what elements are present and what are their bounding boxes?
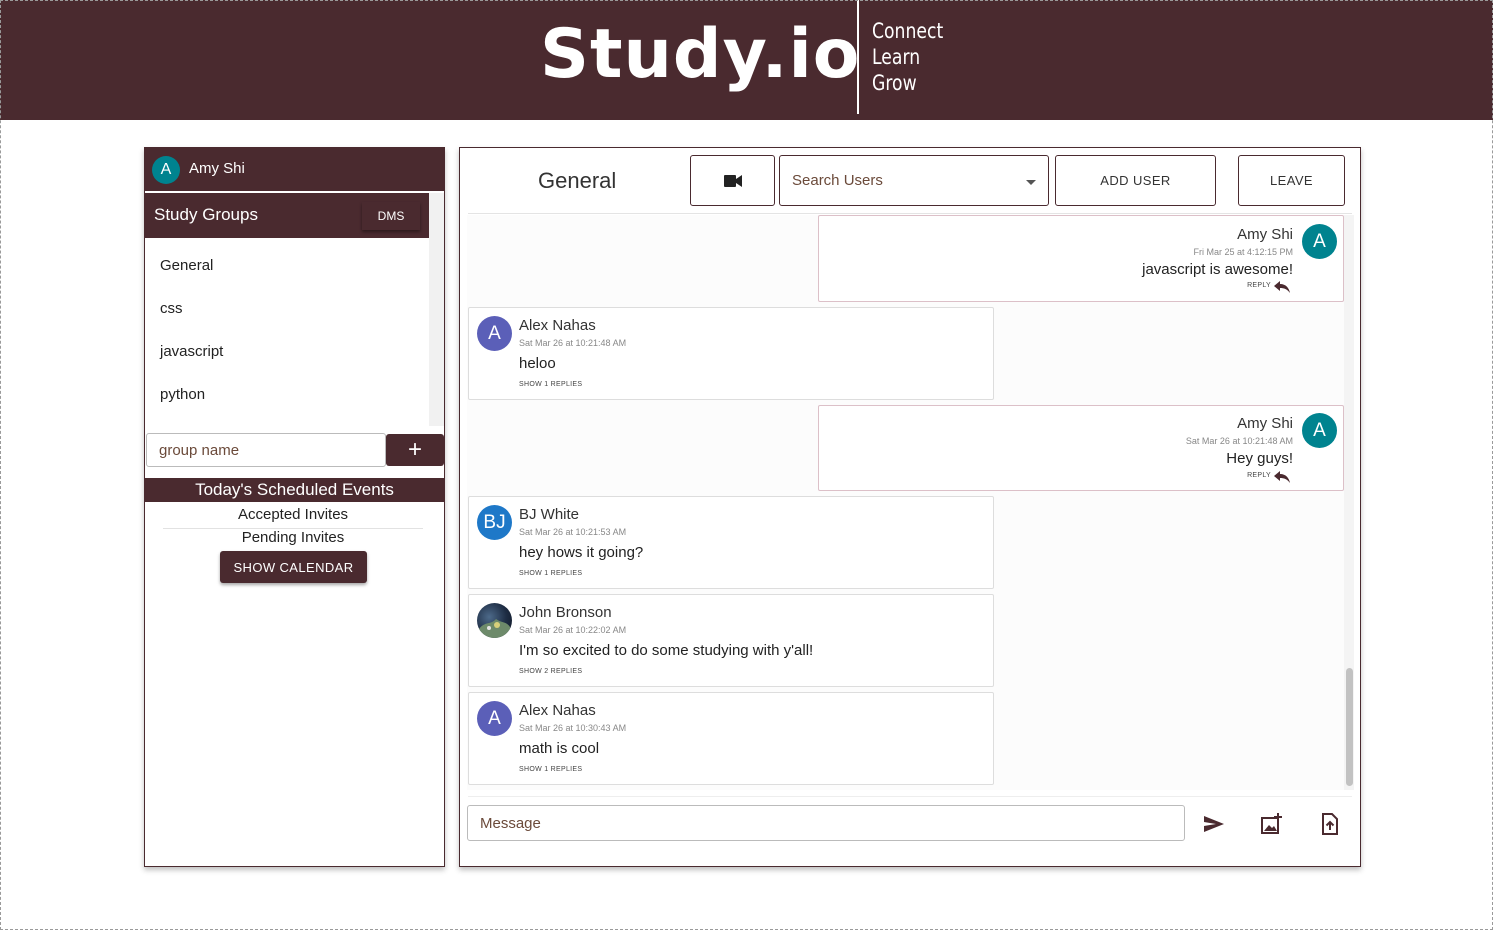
search-users-select[interactable]: Search Users (779, 155, 1049, 206)
message-input[interactable] (467, 805, 1185, 841)
message-text: heloo (519, 355, 556, 372)
message-timestamp: Sat Mar 26 at 10:21:48 AM (519, 338, 627, 348)
study-groups-header: Study Groups DMS (145, 193, 429, 238)
chat-panel: General Search Users ADD USER LEAVE Amy … (459, 147, 1361, 867)
sidebar: A Amy Shi Study Groups DMS General css j… (144, 147, 445, 867)
message-avatar[interactable]: A (1302, 224, 1337, 259)
accepted-invites-link[interactable]: Accepted Invites (163, 506, 423, 523)
add-user-button[interactable]: ADD USER (1055, 155, 1216, 206)
message-avatar[interactable]: A (477, 316, 512, 351)
reply-arrow-icon[interactable] (1273, 470, 1291, 484)
message-item: A Alex Nahas Sat Mar 26 at 10:30:43 AM m… (468, 692, 994, 785)
add-image-icon[interactable] (1259, 812, 1285, 836)
send-icon[interactable] (1201, 812, 1227, 836)
reply-button[interactable]: REPLY (1247, 472, 1271, 479)
message-scroll-thumb[interactable] (1346, 668, 1353, 786)
message-own: Amy Shi Sat Mar 26 at 10:21:48 AM Hey gu… (818, 405, 1344, 491)
message-text: math is cool (519, 740, 600, 757)
message-item: BJ BJ White Sat Mar 26 at 10:21:53 AM he… (468, 496, 994, 589)
show-calendar-button[interactable]: SHOW CALENDAR (220, 551, 367, 583)
show-replies-button[interactable]: SHOW 1 REPLIES (519, 381, 582, 388)
show-replies-button[interactable]: SHOW 2 REPLIES (519, 668, 582, 675)
leave-button[interactable]: LEAVE (1238, 155, 1345, 206)
message-timestamp: Sat Mar 26 at 10:21:48 AM (1185, 436, 1293, 446)
tagline-learn: Learn (872, 45, 921, 69)
message-timestamp: Sat Mar 26 at 10:22:02 AM (519, 625, 627, 635)
user-name: Amy Shi (189, 160, 245, 177)
caret-down-icon[interactable] (1026, 180, 1036, 185)
message-author: Alex Nahas (519, 702, 596, 719)
message-timestamp: Fri Mar 25 at 4:12:15 PM (1193, 247, 1293, 257)
logo-divider (857, 0, 859, 114)
group-item-javascript[interactable]: javascript (145, 324, 429, 367)
message-own: Amy Shi Fri Mar 25 at 4:12:15 PM javascr… (818, 215, 1344, 302)
current-user-bar: A Amy Shi (145, 148, 444, 191)
message-text: javascript is awesome! (1142, 261, 1293, 278)
show-replies-button[interactable]: SHOW 1 REPLIES (519, 570, 582, 577)
channel-title: General (538, 168, 617, 193)
pending-invites-link[interactable]: Pending Invites (163, 529, 423, 546)
message-avatar-photo[interactable] (477, 603, 512, 638)
message-text: hey hows it going? (519, 544, 644, 561)
tagline-grow: Grow (872, 71, 917, 95)
video-camera-icon (724, 175, 742, 187)
message-author: John Bronson (519, 604, 612, 621)
group-item-css[interactable]: css (145, 281, 429, 324)
group-item-python[interactable]: python (145, 367, 429, 410)
show-replies-button[interactable]: SHOW 1 REPLIES (519, 766, 582, 773)
message-item: John Bronson Sat Mar 26 at 10:22:02 AM I… (468, 594, 994, 687)
message-item: A Alex Nahas Sat Mar 26 at 10:21:48 AM h… (468, 307, 994, 400)
reply-button[interactable]: REPLY (1247, 282, 1271, 289)
profile-photo (479, 619, 510, 638)
message-avatar[interactable]: A (477, 701, 512, 736)
study-groups-title: Study Groups (154, 205, 258, 224)
group-list: General css javascript python (145, 238, 429, 428)
message-author: Amy Shi (1237, 415, 1293, 432)
message-avatar[interactable]: A (1302, 413, 1337, 448)
dms-button[interactable]: DMS (362, 202, 420, 230)
message-timestamp: Sat Mar 26 at 10:30:43 AM (519, 723, 627, 733)
header-divider (468, 213, 1352, 214)
message-timestamp: Sat Mar 26 at 10:21:53 AM (519, 527, 627, 537)
composer-divider (468, 796, 1352, 797)
video-call-button[interactable] (690, 155, 775, 206)
message-list[interactable]: Amy Shi Fri Mar 25 at 4:12:15 PM javascr… (467, 215, 1344, 790)
message-text: I'm so excited to do some studying with … (519, 642, 814, 659)
upload-file-icon[interactable] (1317, 812, 1343, 836)
user-avatar[interactable]: A (152, 156, 180, 184)
message-author: BJ White (519, 506, 580, 523)
search-users-label: Search Users (792, 172, 883, 189)
message-author: Amy Shi (1237, 226, 1293, 243)
message-text: Hey guys! (1226, 450, 1293, 467)
reply-arrow-icon[interactable] (1273, 280, 1291, 294)
message-author: Alex Nahas (519, 317, 596, 334)
app-logo[interactable]: Study.io (540, 10, 861, 100)
tagline-connect: Connect (872, 19, 944, 43)
group-item-general[interactable]: General (145, 238, 429, 281)
message-avatar[interactable]: BJ (477, 505, 512, 540)
tagline: Connect Learn Grow (872, 18, 943, 96)
group-name-input[interactable] (146, 433, 386, 467)
scheduled-events-title: Today's Scheduled Events (145, 478, 444, 502)
add-group-button[interactable]: + (386, 434, 444, 466)
group-list-scrollbar[interactable] (429, 193, 444, 426)
app-header: Study.io Connect Learn Grow (0, 0, 1493, 120)
